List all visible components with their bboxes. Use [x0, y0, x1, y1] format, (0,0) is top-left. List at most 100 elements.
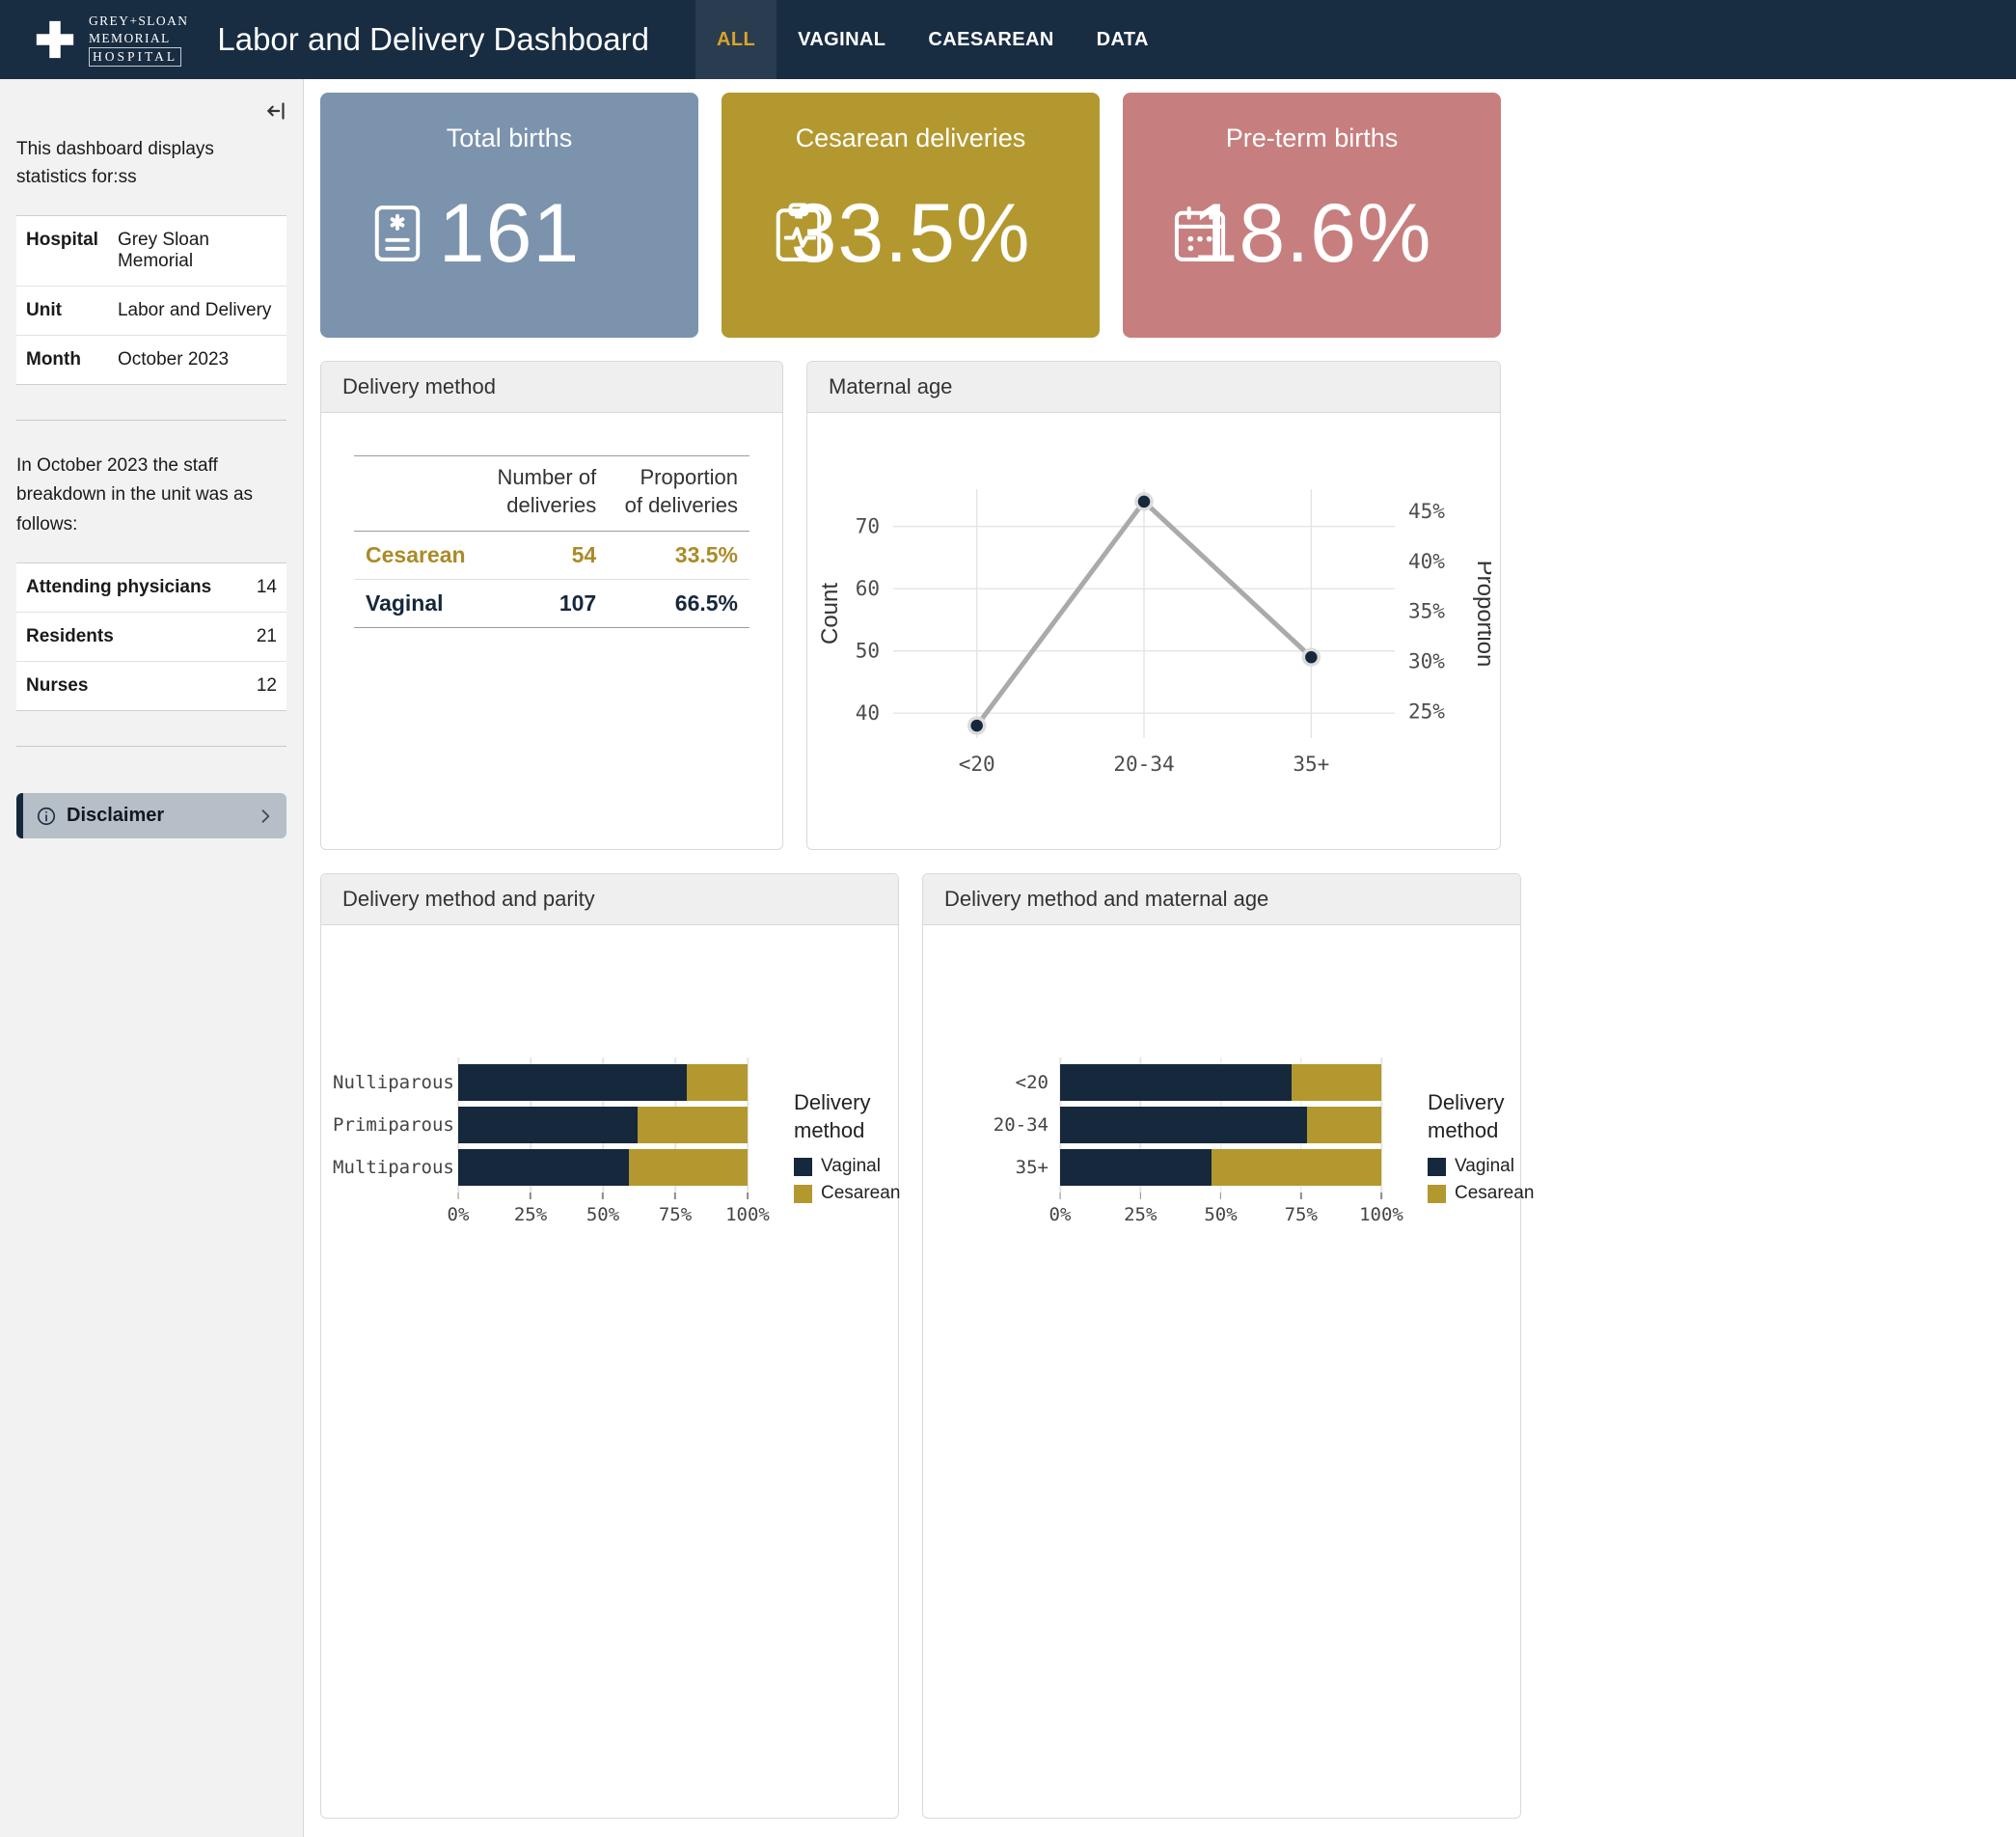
value-box-row: Total births 161 Cesarean deliveries — [320, 93, 2016, 338]
info-value: Grey Sloan Memorial — [108, 215, 286, 286]
logo-line-2: MEMORIAL — [89, 30, 188, 47]
value-box-title: Pre-term births — [1123, 123, 1501, 153]
svg-text:45%: 45% — [1408, 499, 1445, 522]
table-row: Residents 21 — [16, 613, 286, 662]
legend-item: Cesarean — [794, 1183, 900, 1204]
tab-all[interactable]: ALL — [695, 0, 776, 79]
info-label: Month — [16, 335, 108, 384]
sidebar-collapse-button[interactable] — [260, 95, 293, 130]
table-row: Attending physicians 14 — [16, 563, 286, 613]
table-row: Hospital Grey Sloan Memorial — [16, 215, 286, 286]
tab-data[interactable]: DATA — [1076, 0, 1170, 79]
info-icon — [36, 806, 57, 827]
parity-stacked-bar-chart: Nulliparous Primiparous Multiparous 0%25… — [333, 1064, 898, 1229]
table-row-cesarean: Cesarean 54 33.5% — [354, 532, 749, 580]
navbar: GREY+SLOAN MEMORIAL HOSPITAL Labor and D… — [0, 0, 2016, 79]
clipboard-pulse-icon — [766, 201, 831, 266]
sidebar-divider — [16, 746, 286, 747]
row-label: Vaginal — [354, 580, 477, 628]
staff-label: Nurses — [16, 662, 243, 711]
staff-count: 14 — [243, 563, 286, 613]
delivery-method-card: Delivery method Number of deliveries Pro… — [320, 361, 783, 850]
row-label: Cesarean — [354, 532, 477, 580]
staff-label: Residents — [16, 613, 243, 662]
hospital-logo: GREY+SLOAN MEMORIAL HOSPITAL — [33, 0, 188, 79]
age-method-stacked-bar-chart: <20 20-34 35+ 0%25%50%75%100% Delivery m… — [935, 1064, 1520, 1229]
vaginal-proportion: 66.5% — [608, 580, 749, 628]
maternal-age-card: Maternal age 40 50 60 70 25% 30% 35% 40% 45% <20 2… — [806, 361, 1501, 850]
svg-text:35+: 35+ — [1293, 753, 1329, 776]
disclaimer-label: Disclaimer — [67, 805, 164, 827]
svg-text:Count: Count — [817, 582, 843, 644]
bar-row: Nulliparous — [333, 1064, 748, 1101]
svg-text:30%: 30% — [1408, 649, 1445, 672]
sidebar-intro-text: This dashboard displays statistics for:s… — [16, 135, 286, 192]
delivery-method-table: Number of deliveries Proportion of deliv… — [354, 455, 749, 628]
disclaimer-accordion[interactable]: Disclaimer — [16, 793, 286, 838]
logo-line-1: GREY+SLOAN — [89, 13, 188, 30]
svg-text:60: 60 — [856, 577, 880, 600]
vaginal-count: 107 — [477, 580, 609, 628]
collapse-left-icon — [264, 98, 289, 123]
svg-text:25%: 25% — [1408, 699, 1445, 723]
svg-text:50: 50 — [856, 639, 880, 662]
chart-legend: Delivery method Vaginal Cesarean — [794, 1089, 900, 1204]
table-row: Unit Labor and Delivery — [16, 286, 286, 335]
bar-row: <20 — [935, 1064, 1381, 1101]
column-header-proportion: Proportion of deliveries — [608, 456, 749, 532]
logo-line-3: HOSPITAL — [89, 47, 181, 67]
table-row: Nurses 12 — [16, 662, 286, 711]
bar-row: 20-34 — [935, 1107, 1381, 1143]
table-row: Month October 2023 — [16, 335, 286, 384]
svg-text:70: 70 — [856, 514, 880, 537]
staff-intro-text: In October 2023 the staff breakdown in t… — [16, 452, 286, 539]
value-box-cesarean-deliveries: Cesarean deliveries 33.5% — [722, 93, 1100, 338]
bar-row: Multiparous — [333, 1149, 748, 1186]
staff-count: 21 — [243, 613, 286, 662]
value-box-total-births: Total births 161 — [320, 93, 698, 338]
svg-text:40%: 40% — [1408, 549, 1445, 572]
logo-text: GREY+SLOAN MEMORIAL HOSPITAL — [89, 13, 188, 67]
age-method-card: Delivery method and maternal age <20 20-… — [922, 873, 1521, 1819]
legend-item: Vaginal — [1428, 1156, 1534, 1177]
svg-text:<20: <20 — [959, 753, 995, 776]
card-title: Delivery method — [321, 362, 782, 413]
cesarean-count: 54 — [477, 532, 609, 580]
legend-item: Vaginal — [794, 1156, 900, 1177]
card-title: Maternal age — [807, 362, 1500, 413]
tab-vaginal[interactable]: VAGINAL — [776, 0, 907, 79]
total-births-value: 161 — [439, 192, 581, 275]
nav-tabs: ALL VAGINAL CAESAREAN DATA — [695, 0, 1170, 79]
svg-text:20-34: 20-34 — [1113, 753, 1174, 776]
chevron-right-icon — [256, 807, 275, 826]
calendar-dots-icon — [1167, 201, 1233, 266]
card-title: Delivery method and parity — [321, 874, 898, 925]
staff-count: 12 — [243, 662, 286, 711]
staff-table: Attending physicians 14 Residents 21 Nur… — [16, 562, 286, 711]
hospital-info-table: Hospital Grey Sloan Memorial Unit Labor … — [16, 215, 286, 385]
legend-item: Cesarean — [1428, 1183, 1534, 1204]
svg-text:40: 40 — [856, 701, 880, 725]
table-row-vaginal: Vaginal 107 66.5% — [354, 580, 749, 628]
bar-row: Primiparous — [333, 1107, 748, 1143]
sidebar-divider — [16, 420, 286, 421]
staff-label: Attending physicians — [16, 563, 243, 613]
svg-text:35%: 35% — [1408, 599, 1445, 622]
sidebar: This dashboard displays statistics for:s… — [0, 79, 304, 1837]
bar-row: 35+ — [935, 1149, 1381, 1186]
page-title: Labor and Delivery Dashboard — [217, 21, 649, 58]
main-content: Total births 161 Cesarean deliveries — [304, 79, 2016, 1837]
card-title: Delivery method and maternal age — [923, 874, 1520, 925]
info-label: Unit — [16, 286, 108, 335]
parity-card: Delivery method and parity Nulliparous P… — [320, 873, 899, 1819]
value-box-preterm-births: Pre-term births 18.6% — [1123, 93, 1501, 338]
value-box-title: Total births — [320, 123, 698, 153]
column-header-count: Number of deliveries — [477, 456, 609, 532]
file-medical-icon — [365, 201, 430, 266]
tab-caesarean[interactable]: CAESAREAN — [907, 0, 1075, 79]
info-label: Hospital — [16, 215, 108, 286]
maternal-age-line-chart: 40 50 60 70 25% 30% 35% 40% 45% <20 20-34 35+ Count P… — [816, 465, 1491, 798]
svg-text:Proportion: Proportion — [1472, 560, 1491, 667]
logo-cross-icon — [33, 17, 77, 62]
value-box-title: Cesarean deliveries — [722, 123, 1100, 153]
